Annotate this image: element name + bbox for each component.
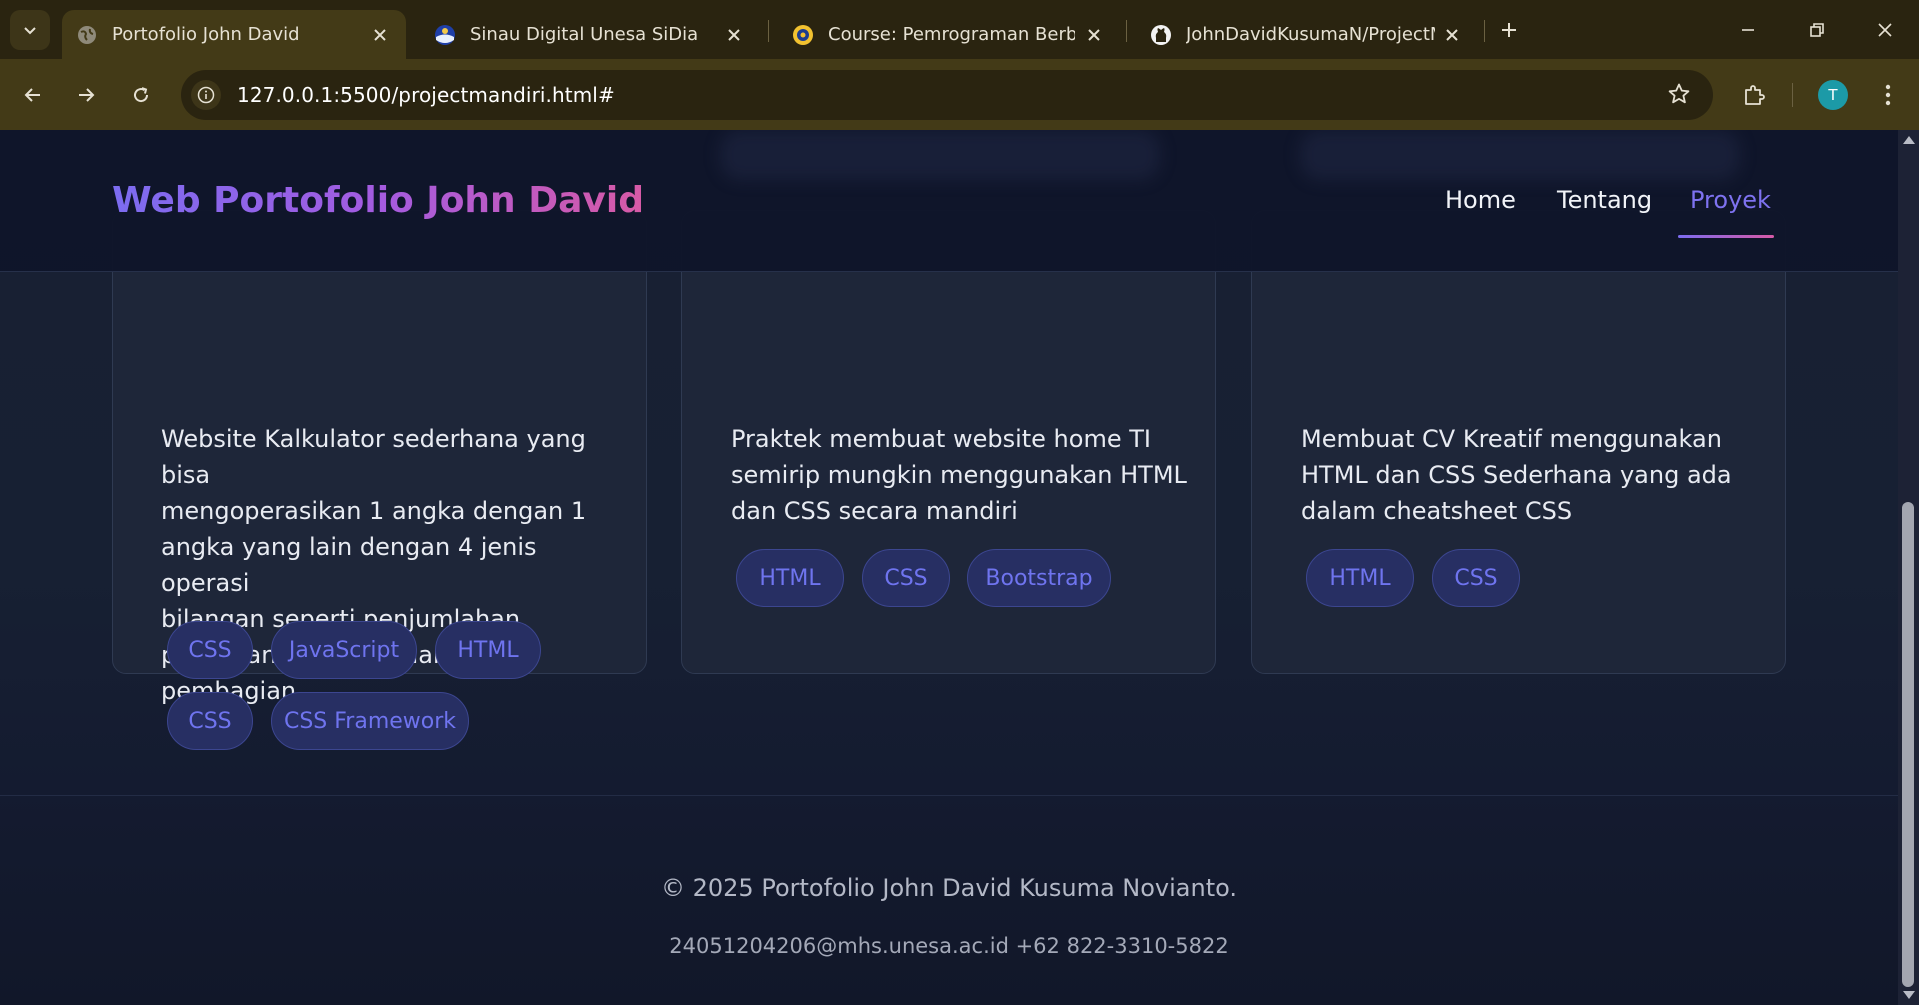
description-line: Membuat CV Kreatif menggunakan <box>1301 425 1722 453</box>
minimize-icon <box>1742 29 1754 31</box>
footer-contact: 24051204206@mhs.unesa.ac.id +62 822-3310… <box>669 934 1229 958</box>
description-line: Website Kalkulator sederhana yang bisa <box>161 425 586 489</box>
nav-proyek[interactable]: Proyek <box>1690 186 1771 214</box>
description-line: dan CSS secara mandiri <box>731 497 1018 525</box>
avatar: T <box>1818 80 1848 110</box>
description-line: semirip mungkin menggunakan HTML <box>731 461 1187 489</box>
project-card: Membuat CV Kreatif menggunakan HTML dan … <box>1251 210 1786 674</box>
tab-portofolio[interactable]: Portofolio John David <box>62 10 406 59</box>
tag-chip: HTML <box>435 621 541 679</box>
description-line: HTML dan CSS Sederhana yang ada <box>1301 461 1732 489</box>
close-icon[interactable] <box>368 23 392 47</box>
puzzle-icon <box>1745 85 1765 105</box>
unesa-icon <box>792 24 814 46</box>
chevron-down-icon <box>24 27 36 35</box>
nav-tentang[interactable]: Tentang <box>1557 186 1652 214</box>
blurred-background-shape <box>1300 130 1740 180</box>
scroll-down-arrow-icon[interactable] <box>1903 991 1915 999</box>
tag-chip: CSS Framework <box>271 692 469 750</box>
site-info-icon[interactable] <box>191 80 221 110</box>
globe-icon <box>76 24 98 46</box>
site-brand[interactable]: Web Portofolio John David <box>112 180 644 221</box>
project-description: Membuat CV Kreatif menggunakan HTML dan … <box>1301 421 1771 529</box>
tag-chip: JavaScript <box>271 621 417 679</box>
close-window-button[interactable] <box>1860 10 1910 50</box>
bookmark-star-icon[interactable] <box>1667 82 1691 110</box>
active-nav-indicator <box>1678 235 1774 238</box>
tag-chip: CSS <box>862 549 950 607</box>
scrollbar-thumb[interactable] <box>1902 502 1914 987</box>
profile-button[interactable]: T <box>1813 75 1853 115</box>
reload-button[interactable] <box>121 75 161 115</box>
tag-chip: HTML <box>736 549 844 607</box>
arrow-right-icon <box>79 88 95 102</box>
tab-github[interactable]: JohnDavidKusumaN/ProjectMandiri <box>1136 10 1476 59</box>
new-tab-button[interactable] <box>1494 15 1524 45</box>
description-line: mengoperasikan 1 angka dengan 1 <box>161 497 587 525</box>
more-vertical-icon <box>1885 84 1891 106</box>
tab-title: JohnDavidKusumaN/ProjectMandiri <box>1186 24 1435 45</box>
forward-button[interactable] <box>66 75 106 115</box>
footer-copyright: © 2025 Portofolio John David Kusuma Novi… <box>660 874 1238 902</box>
tag-chip: HTML <box>1306 549 1414 607</box>
tag-chip: CSS <box>1432 549 1520 607</box>
scroll-up-arrow-icon[interactable] <box>1903 136 1915 144</box>
blurred-background-shape <box>720 130 1160 180</box>
footer-divider <box>0 795 1898 796</box>
tab-title: Course: Pemrograman Berbasis <box>828 24 1076 45</box>
minimize-button[interactable] <box>1723 10 1773 50</box>
tag-chip: CSS <box>167 621 253 679</box>
tab-course[interactable]: Course: Pemrograman Berbasis <box>778 10 1118 59</box>
browser-toolbar: 127.0.0.1:5500/projectmandiri.html# T <box>0 59 1919 130</box>
browser-menu-button[interactable] <box>1868 75 1908 115</box>
browser-tab-strip: Portofolio John David Sinau Digital Unes… <box>0 0 1919 59</box>
description-line: dalam cheatsheet CSS <box>1301 497 1573 525</box>
restore-icon <box>1810 23 1824 37</box>
project-card: Website Kalkulator sederhana yang bisa m… <box>112 210 647 750</box>
tab-divider <box>1484 20 1485 42</box>
back-button[interactable] <box>13 75 53 115</box>
close-icon <box>1878 23 1892 37</box>
project-card: Praktek membuat website home TI semirip … <box>681 210 1216 674</box>
sidia-icon <box>434 24 456 46</box>
tag-chip: Bootstrap <box>967 549 1111 607</box>
reload-icon <box>134 87 149 103</box>
tab-title: Portofolio John David <box>112 24 300 45</box>
toolbar-divider <box>1792 83 1793 107</box>
page-viewport: Website Kalkulator sederhana yang bisa m… <box>0 130 1898 1005</box>
plus-icon <box>1502 23 1516 37</box>
arrow-left-icon <box>24 88 40 102</box>
close-icon[interactable] <box>722 23 746 47</box>
nav-home[interactable]: Home <box>1445 186 1516 214</box>
restore-button[interactable] <box>1792 10 1842 50</box>
tab-search-button[interactable] <box>10 10 50 50</box>
close-icon[interactable] <box>1443 23 1462 47</box>
tab-title: Sinau Digital Unesa SiDia <box>470 24 699 45</box>
tag-chip: CSS <box>167 692 253 750</box>
close-icon[interactable] <box>1083 23 1104 47</box>
url-text[interactable]: 127.0.0.1:5500/projectmandiri.html# <box>237 83 615 107</box>
github-icon <box>1150 24 1172 46</box>
tab-divider <box>768 20 769 42</box>
address-bar[interactable]: 127.0.0.1:5500/projectmandiri.html# <box>181 70 1713 120</box>
description-line: angka yang lain dengan 4 jenis operasi <box>161 533 537 597</box>
page-scrollbar[interactable] <box>1898 130 1919 1005</box>
tab-divider <box>1126 20 1127 42</box>
tab-sidia[interactable]: Sinau Digital Unesa SiDia <box>420 10 760 59</box>
project-description: Praktek membuat website home TI semirip … <box>731 421 1201 529</box>
site-header: Web Portofolio John David Home Tentang P… <box>0 130 1898 272</box>
extensions-button[interactable] <box>1734 75 1774 115</box>
description-line: Praktek membuat website home TI <box>731 425 1151 453</box>
